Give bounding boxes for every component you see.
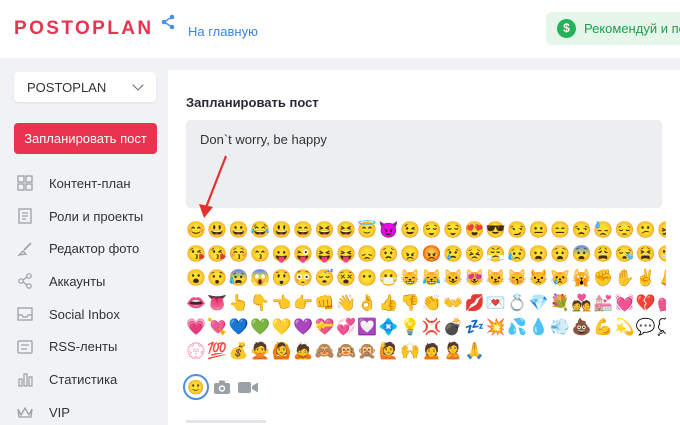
- rss-icon: [16, 338, 34, 356]
- sidebar-item-label: Редактор фото: [49, 241, 140, 257]
- brush-icon: [16, 240, 34, 258]
- smile-icon[interactable]: 🙂: [183, 374, 209, 400]
- inbox-icon: [16, 305, 34, 323]
- sidebar-item-label: Роли и проекты: [49, 208, 144, 224]
- calendar-grid-icon: [16, 174, 34, 192]
- sidebar-item-label: Аккаунты: [49, 273, 106, 289]
- page-title: Запланировать пост: [186, 95, 319, 110]
- video-icon[interactable]: [237, 379, 259, 395]
- sidebar-menu: Контент-план Роли и проекты Редактор фот…: [16, 167, 166, 425]
- emoji-row[interactable]: 😮😯😰😱😲😳😴😵😶😷😸😹😺😻😼😽😾😿🙀✊✋✌👃: [186, 268, 666, 292]
- sidebar-item-rss[interactable]: RSS-ленты: [16, 330, 166, 363]
- bar-chart-icon: [16, 370, 34, 388]
- emoji-picker: 😊😃😀😂😃😄😆😆😇😈😉😌😌😍😎😏😐😑😒😓😔😕😖 😘😘😚😙😛😜😝😝😞😟😠😡😢😣😤😥…: [186, 220, 666, 365]
- sidebar-item-accounts[interactable]: Аккаунты: [16, 265, 166, 298]
- crown-icon: [16, 403, 34, 421]
- emoji-row[interactable]: 😊😃😀😂😃😄😆😆😇😈😉😌😌😍😎😏😐😑😒😓😔😕😖: [186, 220, 666, 244]
- sidebar-item-label: VIP: [49, 404, 70, 420]
- camera-icon[interactable]: [213, 379, 231, 395]
- recommend-label: Рекомендуй и по: [584, 21, 680, 36]
- post-text: Don`t worry, be happy: [200, 132, 327, 147]
- chevron-down-icon: [132, 79, 144, 91]
- home-link[interactable]: На главную: [188, 24, 258, 39]
- sidebar-item-label: Social Inbox: [49, 306, 120, 322]
- dollar-icon: $: [557, 19, 576, 38]
- project-name: POSTOPLAN: [27, 80, 107, 95]
- sidebar-item-vip[interactable]: VIP: [16, 396, 166, 425]
- arrow-annotation-icon: [199, 155, 228, 218]
- emoji-row[interactable]: 👄👅👆👇👈👉👊👋👌👍👎👏👐💋💌💍💎💐💑💒💓💔💕💖: [186, 293, 666, 317]
- sidebar-item-content-plan[interactable]: Контент-план: [16, 167, 166, 200]
- logo[interactable]: POSTOPLAN: [14, 18, 154, 40]
- emoji-row[interactable]: 😘😘😚😙😛😜😝😝😞😟😠😡😢😣😤😥😦😧😨😩😪😫😬: [186, 244, 666, 268]
- emoji-row[interactable]: 💮💯💰🙅🙆🙇🙈🙉🙊🙋🙌🙍🙎🙏: [186, 341, 666, 365]
- sidebar-item-social-inbox[interactable]: Social Inbox: [16, 298, 166, 331]
- sidebar-item-label: Статистика: [49, 371, 118, 387]
- post-text-area[interactable]: Don`t worry, be happy: [186, 120, 662, 208]
- sidebar-item-roles[interactable]: Роли и проекты: [16, 200, 166, 233]
- share-icon: [16, 272, 34, 290]
- sidebar-item-label: RSS-ленты: [49, 339, 118, 355]
- project-select[interactable]: POSTOPLAN: [14, 72, 156, 102]
- recommend-button[interactable]: $ Рекомендуй и по: [546, 12, 680, 45]
- schedule-post-button[interactable]: Запланировать пост: [14, 123, 157, 154]
- sidebar-item-statistics[interactable]: Статистика: [16, 363, 166, 396]
- top-bar: POSTOPLAN На главную $ Рекомендуй и по: [0, 0, 680, 58]
- share-icon: [161, 14, 175, 30]
- sidebar-item-label: Контент-план: [49, 175, 131, 191]
- sidebar-item-photo-editor[interactable]: Редактор фото: [16, 232, 166, 265]
- emoji-row[interactable]: 💗💘💙💚💛💜💝💞💟💠💡💢💣💤💥💦💧💨💩💪💫💬💭: [186, 317, 666, 341]
- next-section-hint: [186, 420, 266, 423]
- document-icon: [16, 207, 34, 225]
